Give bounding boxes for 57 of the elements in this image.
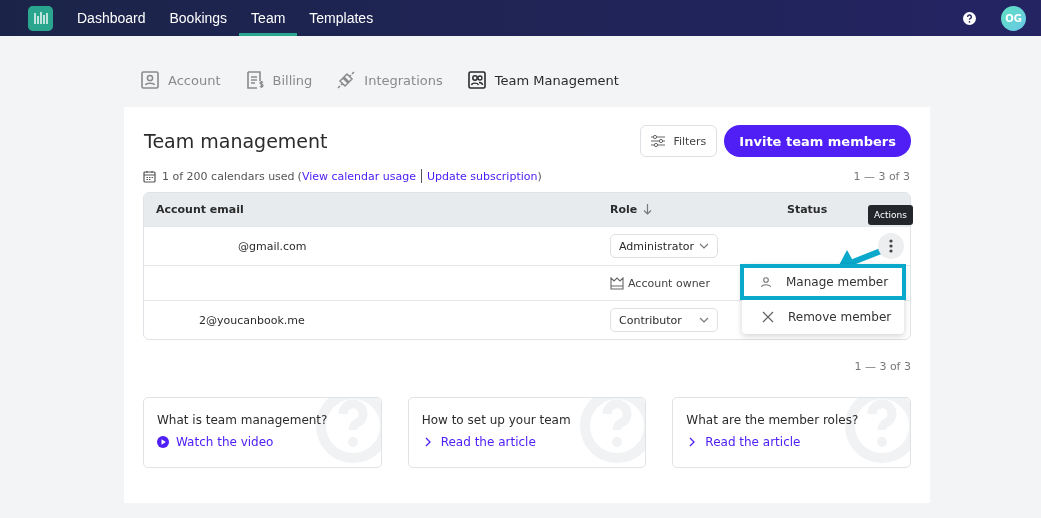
kebab-icon bbox=[889, 239, 893, 253]
help-card-title: What are the member roles? bbox=[686, 413, 860, 427]
column-header[interactable]: Role bbox=[610, 203, 638, 216]
settings-tab[interactable]: Team Management bbox=[466, 70, 619, 90]
help-card-title: How to set up your team bbox=[421, 413, 572, 427]
user-icon bbox=[760, 276, 772, 288]
pagination-text: 1 — 3 of 3 bbox=[854, 360, 911, 373]
filters-button[interactable]: Filters bbox=[640, 125, 718, 157]
help-card[interactable]: What is team management? Watch the video bbox=[143, 397, 382, 468]
help-link[interactable]: Watch the video bbox=[176, 435, 274, 449]
calendar-usage-link[interactable]: View calendar usage bbox=[301, 169, 417, 183]
column-header[interactable]: Account email bbox=[156, 203, 244, 216]
plug-icon bbox=[336, 70, 357, 90]
help-card-title: What is team management? bbox=[157, 413, 329, 427]
nav-item[interactable]: Templates bbox=[297, 0, 386, 36]
menu-item[interactable]: Remove member bbox=[742, 300, 904, 334]
actions-tooltip: Actions bbox=[868, 205, 913, 225]
help-link[interactable]: Read the article bbox=[705, 435, 801, 449]
tab-label: Account bbox=[168, 72, 221, 88]
role-text: Account owner bbox=[628, 276, 710, 290]
invite-button[interactable]: Invite team members bbox=[724, 125, 911, 157]
chevron-down-icon bbox=[699, 243, 709, 249]
tab-label: Integrations bbox=[364, 72, 443, 88]
crown-icon bbox=[610, 276, 624, 290]
parenthesis: ( bbox=[297, 169, 302, 183]
update-subscription-link[interactable]: Update subscription bbox=[427, 169, 538, 183]
sliders-icon bbox=[651, 135, 666, 147]
usage-text: 1 of 200 calendars used bbox=[162, 169, 295, 183]
logo-icon[interactable] bbox=[28, 5, 53, 31]
chevron-down-icon bbox=[699, 317, 709, 323]
play-icon bbox=[157, 436, 169, 448]
tab-label: Billing bbox=[272, 72, 313, 88]
help-card[interactable]: What are the member roles? Read the article bbox=[672, 397, 911, 468]
menu-item[interactable]: Manage member bbox=[740, 264, 906, 300]
pagination-text: 1 — 3 of 3 bbox=[853, 169, 910, 183]
help-icon[interactable] bbox=[963, 11, 976, 25]
column-header[interactable]: Status bbox=[787, 203, 828, 216]
close-icon bbox=[762, 311, 774, 323]
nav-item[interactable]: Team bbox=[239, 0, 298, 36]
invoice-icon bbox=[244, 70, 265, 90]
parenthesis: ) bbox=[537, 169, 542, 183]
user-icon bbox=[140, 70, 160, 90]
question-mark-icon bbox=[577, 398, 646, 466]
more-actions-button[interactable] bbox=[878, 233, 904, 259]
email-cell: @gmail.com bbox=[238, 239, 307, 253]
page-title: Team management bbox=[143, 130, 329, 152]
nav-item[interactable]: Dashboard bbox=[65, 0, 158, 36]
nav-item[interactable]: Bookings bbox=[157, 0, 240, 36]
team-icon bbox=[466, 70, 487, 90]
sort-arrow-icon[interactable] bbox=[643, 204, 653, 215]
calendar-icon bbox=[143, 169, 156, 183]
email-cell: 2@youcanbook.me bbox=[199, 313, 305, 327]
help-link[interactable]: Read the article bbox=[440, 435, 536, 449]
role-select[interactable]: Contributor bbox=[610, 308, 718, 332]
help-card[interactable]: How to set up your team Read the article bbox=[407, 397, 647, 468]
role-select[interactable]: Administrator bbox=[610, 234, 718, 258]
tab-label: Team Management bbox=[494, 72, 619, 88]
